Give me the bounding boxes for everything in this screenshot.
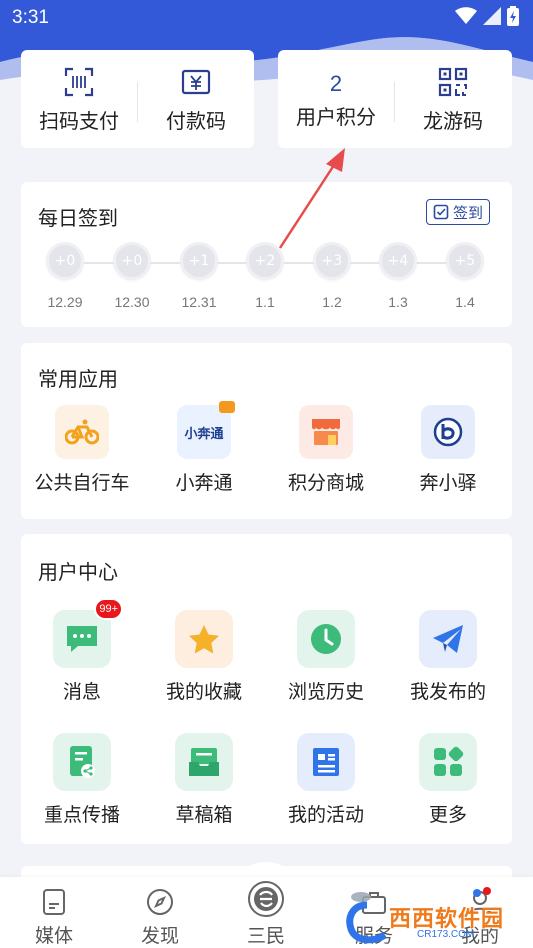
day-date: 12.29 <box>47 294 83 310</box>
user-center-label: 浏览历史 <box>287 681 364 703</box>
points-coin: +4 <box>379 242 417 280</box>
scan-pay-label: 扫码支付 <box>39 108 119 133</box>
app-label: 积分商城 <box>287 472 364 494</box>
document-icon <box>37 885 71 919</box>
clock-icon <box>297 610 355 668</box>
nav-discover[interactable]: 发现 <box>125 885 195 948</box>
app-xiaobentong[interactable]: 小奔通 小奔通 <box>143 401 265 495</box>
user-center-drafts[interactable]: 草稿箱 <box>143 733 265 827</box>
day-date: 12.30 <box>114 294 150 310</box>
user-center-key-spread[interactable]: 重点传播 <box>21 733 143 827</box>
checkin-day: +1 12.31 <box>169 242 229 310</box>
app-points-mall[interactable]: 积分商城 <box>265 405 387 495</box>
signin-label: 签到 <box>452 203 483 222</box>
user-center-my-activities[interactable]: 我的活动 <box>265 733 387 827</box>
send-icon <box>419 610 477 668</box>
nav-media[interactable]: 媒体 <box>19 885 89 948</box>
annotation-arrow <box>278 148 345 249</box>
message-badge: 99+ <box>94 598 123 620</box>
user-center-label: 更多 <box>428 804 467 826</box>
user-center-favorites[interactable]: 我的收藏 <box>143 610 265 704</box>
star-icon <box>175 610 233 668</box>
signal-icon <box>483 7 501 25</box>
user-center-label: 我的收藏 <box>165 681 242 703</box>
points-coin: +1 <box>180 242 218 280</box>
sticker-badge <box>219 401 235 413</box>
scan-icon <box>62 65 96 99</box>
checkin-days: +0 12.29 +0 12.30 +1 12.31 +2 1.1 +3 1.2 +4 1.… <box>21 242 512 317</box>
user-center-label: 我的活动 <box>287 804 364 826</box>
day-date: 1.1 <box>255 294 275 310</box>
watermark: 西西软件园 CR173.COM <box>345 887 520 947</box>
user-center-label: 我发布的 <box>409 681 486 703</box>
payment-card: 扫码支付 付款码 <box>21 50 254 148</box>
user-center-label: 消息 <box>62 681 101 703</box>
day-date: 12.31 <box>181 294 217 310</box>
day-date: 1.2 <box>322 294 342 310</box>
compass-icon <box>143 885 177 919</box>
dragon-code-label: 龙游码 <box>423 108 483 133</box>
user-points-value: 2 <box>329 70 343 96</box>
nav-label: 发现 <box>140 925 179 947</box>
checkbox-icon <box>433 204 449 220</box>
share-doc-icon <box>53 733 111 791</box>
points-coin: +5 <box>446 242 484 280</box>
signin-button[interactable]: 签到 <box>426 199 490 225</box>
common-apps-card: 常用应用 公共自行车 小奔通 小奔通 积分商城 奔小驿 <box>21 343 512 519</box>
pay-code-icon <box>179 65 213 99</box>
checkin-day: +0 12.30 <box>102 242 162 310</box>
activity-icon <box>297 733 355 791</box>
points-coin: +0 <box>113 242 151 280</box>
apps-title: 常用应用 <box>38 367 118 391</box>
battery-icon <box>507 6 519 26</box>
more-grid-icon <box>419 733 477 791</box>
app-label: 奔小驿 <box>419 472 477 494</box>
app-label: 公共自行车 <box>34 472 130 494</box>
nav-label: 媒体 <box>34 925 73 947</box>
user-points-label: 用户积分 <box>296 104 376 129</box>
points-coin: +0 <box>46 242 84 280</box>
app-benxiaoyi[interactable]: 奔小驿 <box>387 405 509 495</box>
user-center-my-posts[interactable]: 我发布的 <box>387 610 509 704</box>
checkin-day: +5 1.4 <box>435 242 495 310</box>
inbox-icon <box>175 733 233 791</box>
pay-code-label: 付款码 <box>166 108 226 133</box>
bicycle-icon <box>55 405 109 459</box>
user-center-history[interactable]: 浏览历史 <box>265 610 387 704</box>
user-points-button[interactable]: 2 用户积分 <box>278 50 394 148</box>
daily-checkin-card: 每日签到 签到 +0 12.29 +0 12.30 +1 12.31 +2 1.1 +3… <box>21 182 512 327</box>
nav-label: 三民 <box>246 925 285 947</box>
wifi-icon <box>455 7 477 24</box>
app-label: 小奔通 <box>175 472 233 494</box>
points-card: 2 用户积分 龙游码 <box>278 50 512 148</box>
watermark-subtext: CR173.COM <box>417 929 475 940</box>
benxiaoyi-icon <box>421 405 475 459</box>
nav-sanmin[interactable]: 三民 <box>231 879 301 948</box>
dragon-code-button[interactable]: 龙游码 <box>395 50 511 148</box>
xiaobentong-icon: 小奔通 <box>177 401 235 459</box>
user-center-more[interactable]: 更多 <box>387 733 509 827</box>
day-date: 1.4 <box>455 294 475 310</box>
user-center-messages[interactable]: 99+ 消息 <box>21 598 143 704</box>
user-center-label: 重点传播 <box>43 804 120 826</box>
status-bar: 3:31 <box>0 0 533 36</box>
checkin-day: +0 12.29 <box>35 242 95 310</box>
status-icons <box>455 6 519 26</box>
qr-code-icon <box>436 65 470 99</box>
user-center-card: 用户中心 99+ 消息 我的收藏 浏览历史 我发布的 重点传播 草稿箱 我的活动… <box>21 534 512 844</box>
scan-pay-button[interactable]: 扫码支付 <box>21 50 137 148</box>
message-icon: 99+ <box>53 598 123 668</box>
day-date: 1.3 <box>388 294 408 310</box>
checkin-day: +4 1.3 <box>368 242 428 310</box>
checkin-title: 每日签到 <box>38 206 118 230</box>
app-public-bicycle[interactable]: 公共自行车 <box>21 405 143 495</box>
xiaobentong-tile-text: 小奔通 <box>184 426 224 442</box>
user-center-title: 用户中心 <box>38 560 118 584</box>
user-center-label: 草稿箱 <box>175 804 233 826</box>
pay-code-button[interactable]: 付款码 <box>138 50 254 148</box>
sanmin-icon <box>246 879 286 919</box>
shop-icon <box>299 405 353 459</box>
status-time: 3:31 <box>12 7 49 28</box>
